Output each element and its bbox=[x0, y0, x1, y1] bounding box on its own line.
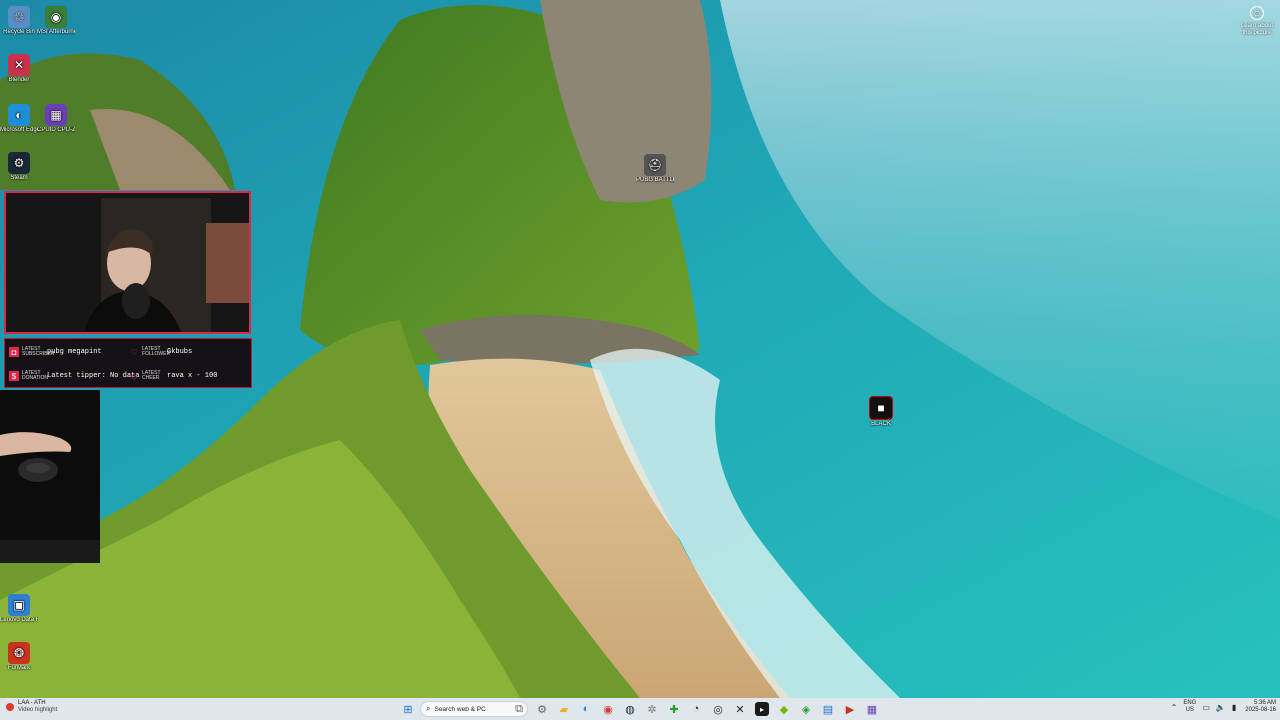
black-app-icon: ■ bbox=[869, 396, 893, 420]
close-app-icon[interactable]: ✕ bbox=[733, 702, 747, 716]
x-app-icon: ✕ bbox=[8, 54, 30, 76]
learn-about-label: Learn about this picture bbox=[1240, 23, 1274, 36]
heart-icon: ♡ bbox=[130, 347, 138, 357]
search-icon: ⌕ bbox=[426, 704, 431, 713]
desktop-icon-label: Blender bbox=[8, 77, 30, 83]
pubg-icon: ⛑ bbox=[644, 154, 666, 176]
region-label: US bbox=[1185, 707, 1195, 713]
hand-camera-overlay bbox=[0, 390, 100, 563]
alert-kind: LATEST DONATION bbox=[22, 370, 49, 381]
search-placeholder: Search web & PC bbox=[434, 705, 486, 713]
alert-value: Gkbubs bbox=[167, 348, 193, 356]
desktop-icon-label: MSI Afterburner bbox=[37, 29, 75, 35]
terminal-icon[interactable]: ▸ bbox=[755, 702, 769, 716]
battery-icon[interactable]: ▮ bbox=[1232, 703, 1236, 712]
task-view-icon[interactable]: ⧉ bbox=[512, 702, 526, 716]
clock-time: 5:36 AM bbox=[1253, 700, 1276, 706]
widget-subtitle: Video highlight bbox=[18, 707, 58, 713]
desktop-icon-edge[interactable]: ◐ Microsoft Edge bbox=[0, 104, 38, 134]
recycle-bin-icon: ♲ bbox=[8, 6, 30, 28]
xbox-bar-icon[interactable]: ◈ bbox=[799, 702, 813, 716]
alert-subscriber: ◘ LATEST SUBSCRIBER pubg megapint bbox=[9, 341, 102, 363]
steam-icon[interactable]: ◍ bbox=[623, 702, 637, 716]
windows-start-icon[interactable]: ⊞ bbox=[401, 702, 415, 716]
desktop-icon-label: BLACK bbox=[871, 421, 891, 427]
stream-alerts-panel: ◘ LATEST SUBSCRIBER pubg megapint ♡ LATE… bbox=[4, 338, 252, 388]
alert-kind: LATEST FOLLOWER bbox=[142, 346, 171, 357]
widget-title: LAA - ATH bbox=[18, 700, 46, 706]
file-explorer-icon[interactable]: ▰ bbox=[557, 702, 571, 716]
desktop-icon-recycle-bin[interactable]: ♲ Recycle Bin bbox=[0, 6, 38, 36]
desktop-icon-label: Steam bbox=[10, 175, 28, 181]
taskbar: LAA - ATH Video highlight ⊞ ⌕ Search web… bbox=[0, 698, 1280, 720]
diamond-icon: ◇ bbox=[130, 371, 138, 381]
desktop-icon-label: CPUID CPU-Z bbox=[37, 127, 75, 133]
learn-about-picture[interactable]: ⊙ Learn about this picture bbox=[1238, 6, 1276, 37]
clock-date: 2025-08-16 bbox=[1245, 707, 1276, 713]
alert-kind: LATEST CHEER bbox=[142, 370, 161, 381]
data-recovery-icon: ▣ bbox=[8, 594, 30, 616]
language-label: ENG bbox=[1183, 700, 1197, 706]
settings-icon[interactable]: ⚙ bbox=[535, 702, 549, 716]
edge-icon: ◐ bbox=[8, 104, 30, 126]
edge-icon[interactable]: ◐ bbox=[579, 702, 593, 716]
desktop-icon-label: Recycle Bin bbox=[3, 29, 35, 35]
alert-value: rava x - 100 bbox=[167, 372, 218, 380]
learn-about-icon: ⊙ bbox=[1250, 6, 1264, 20]
system-tray: ⌃ ENG US ▭ 🔈 ▮ 5:36 AM 2025-08-16 bbox=[1168, 700, 1276, 714]
app-red-icon[interactable]: ▶ bbox=[843, 702, 857, 716]
dollar-icon: $ bbox=[9, 371, 19, 381]
webcam-overlay bbox=[4, 191, 251, 334]
chrome-icon[interactable]: ◉ bbox=[601, 702, 615, 716]
gear-icon[interactable]: ✲ bbox=[645, 702, 659, 716]
taskbar-widget[interactable]: LAA - ATH Video highlight bbox=[6, 700, 57, 714]
desktop-icon-label: FurMark bbox=[7, 665, 31, 671]
language-indicator[interactable]: ENG US bbox=[1183, 700, 1196, 714]
desktop-icon-pubg[interactable]: ⛑ PUBG BATTLEGR... bbox=[636, 154, 674, 184]
desktop-icon-cpuz[interactable]: ▦ CPUID CPU-Z bbox=[37, 104, 75, 134]
desktop-icon-label: Lenovo Data Recovery bbox=[0, 617, 38, 623]
show-hidden-icons-icon[interactable]: ⌃ bbox=[1171, 703, 1178, 712]
alert-value: pubg megapint bbox=[47, 348, 102, 356]
desktop-icon-steam[interactable]: ⚙ Steam bbox=[0, 152, 38, 182]
weather-icon bbox=[6, 703, 14, 711]
xbox-icon[interactable]: ✚ bbox=[667, 702, 681, 716]
obs-icon[interactable]: ◎ bbox=[711, 702, 725, 716]
afterburner-icon: ◉ bbox=[45, 6, 67, 28]
alert-cheer: ◇ LATEST CHEER rava x - 100 bbox=[129, 365, 218, 387]
cpuz-icon: ▦ bbox=[45, 104, 67, 126]
desktop-icon-label: PUBG BATTLEGR... bbox=[636, 177, 674, 183]
visual-studio-icon[interactable]: ▤ bbox=[821, 702, 835, 716]
steam-icon: ⚙ bbox=[8, 152, 30, 174]
desktop-icon-afterburner[interactable]: ◉ MSI Afterburner bbox=[37, 6, 75, 36]
alert-follower: ♡ LATEST FOLLOWER Gkbubs bbox=[129, 341, 192, 363]
network-icon[interactable]: ▭ bbox=[1202, 703, 1210, 712]
webcam-feed bbox=[6, 193, 249, 332]
alert-value: Latest tipper: No data bbox=[47, 372, 140, 380]
taskbar-clock[interactable]: 5:36 AM 2025-08-16 bbox=[1245, 700, 1276, 714]
desktop-icon-blender[interactable]: ✕ Blender bbox=[0, 54, 38, 84]
cpuz-icon[interactable]: ▦ bbox=[865, 702, 879, 716]
nvidia-icon[interactable]: ◆ bbox=[777, 702, 791, 716]
desktop-icon-black[interactable]: ■ BLACK bbox=[862, 396, 900, 428]
speaker-icon[interactable]: 🔈 bbox=[1216, 703, 1226, 712]
discord-icon[interactable]: ◔ bbox=[689, 702, 703, 716]
desktop-icon-furmark[interactable]: ❂ FurMark bbox=[0, 642, 38, 672]
twitch-icon: ◘ bbox=[9, 347, 19, 357]
hand-camera-feed bbox=[0, 390, 100, 563]
desktop-icon-data-recovery[interactable]: ▣ Lenovo Data Recovery bbox=[0, 594, 38, 624]
furmark-icon: ❂ bbox=[8, 642, 30, 664]
alert-kind: LATEST SUBSCRIBER bbox=[22, 346, 55, 357]
desktop-icon-label: Microsoft Edge bbox=[0, 127, 38, 133]
alert-donation: $ LATEST DONATION Latest tipper: No data bbox=[9, 365, 139, 387]
